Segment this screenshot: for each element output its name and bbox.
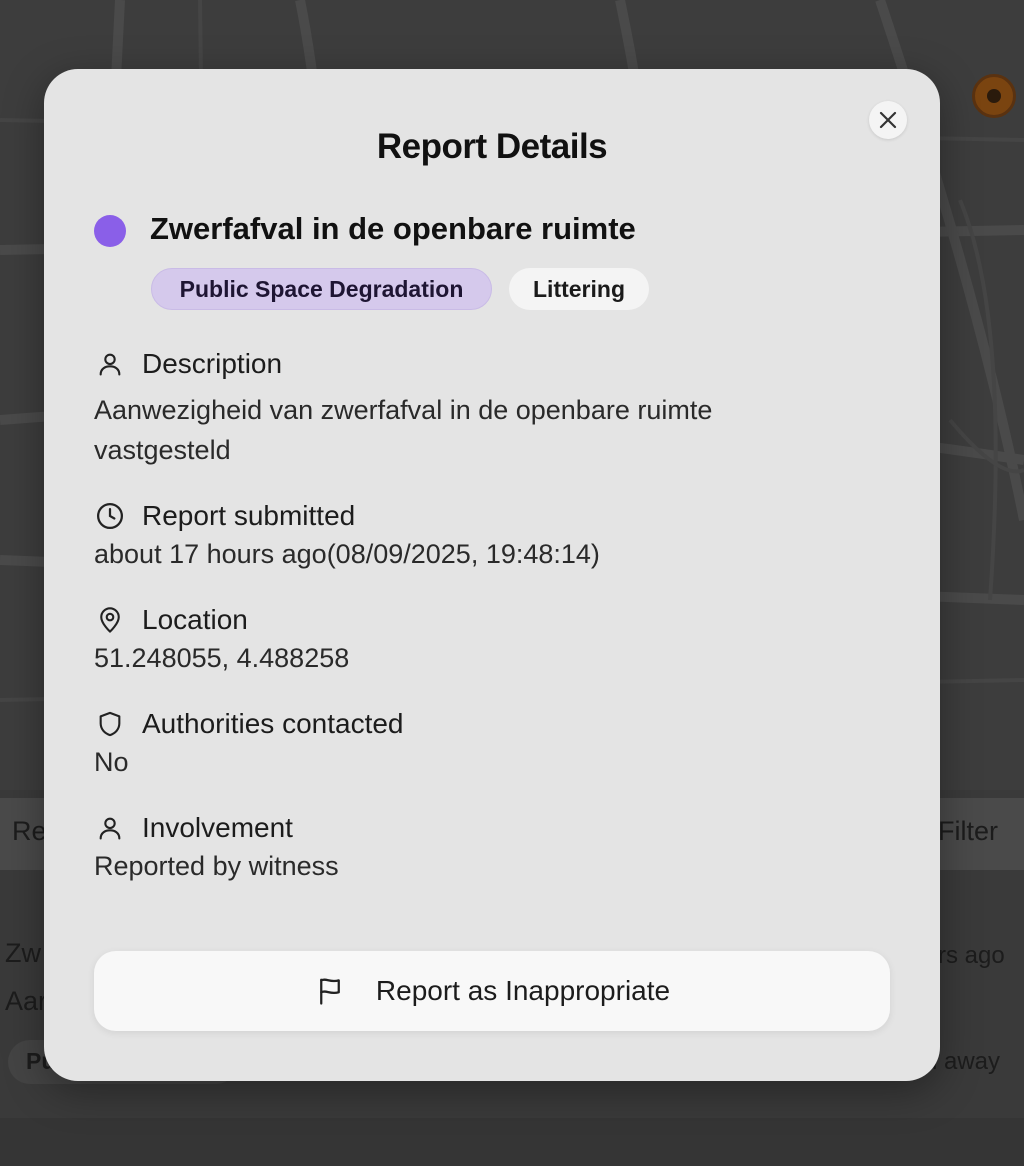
map-marker-icon[interactable] — [972, 74, 1016, 118]
user-icon — [94, 348, 126, 380]
involvement-value: Reported by witness — [94, 851, 339, 881]
report-title: Zwerfafval in de openbare ruimte — [150, 211, 636, 246]
clock-icon — [94, 500, 126, 532]
submitted-label: Report submitted — [142, 500, 356, 531]
report-details-modal: Report Details Zwerfafval in de openbare… — [44, 69, 940, 1081]
report-inappropriate-label: Report as Inappropriate — [375, 975, 671, 1006]
map-pin-icon — [94, 604, 126, 636]
category-tag: Public Space Degradation — [151, 268, 492, 310]
user-icon — [94, 812, 126, 844]
description-section: Description Aanwezigheid van zwerfafval … — [94, 346, 854, 470]
involvement-label: Involvement — [142, 812, 293, 843]
submitted-value: about 17 hours ago(08/09/2025, 19:48:14) — [94, 539, 600, 569]
status-dot — [94, 215, 126, 247]
background-bottom-bar — [0, 1118, 1024, 1166]
location-value: 51.248055, 4.488258 — [94, 643, 350, 673]
report-inappropriate-button[interactable]: Report as Inappropriate — [94, 951, 890, 1031]
location-label: Location — [142, 604, 248, 635]
submitted-section: Report submitted about 17 hours ago(08/0… — [94, 498, 854, 574]
background-card-distance: i away — [932, 1048, 1001, 1075]
description-label: Description — [142, 348, 283, 379]
background-filter-button[interactable]: Filter — [938, 816, 998, 847]
authorities-value: No — [94, 747, 129, 777]
subcategory-tag: Littering — [509, 268, 649, 310]
involvement-section: Involvement Reported by witness — [94, 810, 854, 886]
background-card-time: rs ago — [938, 942, 1005, 969]
authorities-section: Authorities contacted No — [94, 706, 854, 782]
modal-title: Report Details — [376, 127, 608, 166]
background-card-title: Zw — [5, 938, 41, 968]
background-toolbar-title: Re — [12, 816, 47, 846]
shield-icon — [94, 708, 126, 740]
flag-icon — [314, 975, 346, 1007]
authorities-label: Authorities contacted — [142, 708, 404, 739]
location-section: Location 51.248055, 4.488258 — [94, 602, 854, 678]
background-card-description: Aar — [5, 986, 48, 1016]
description-value: Aanwezigheid van zwerfafval in de openba… — [94, 395, 713, 465]
